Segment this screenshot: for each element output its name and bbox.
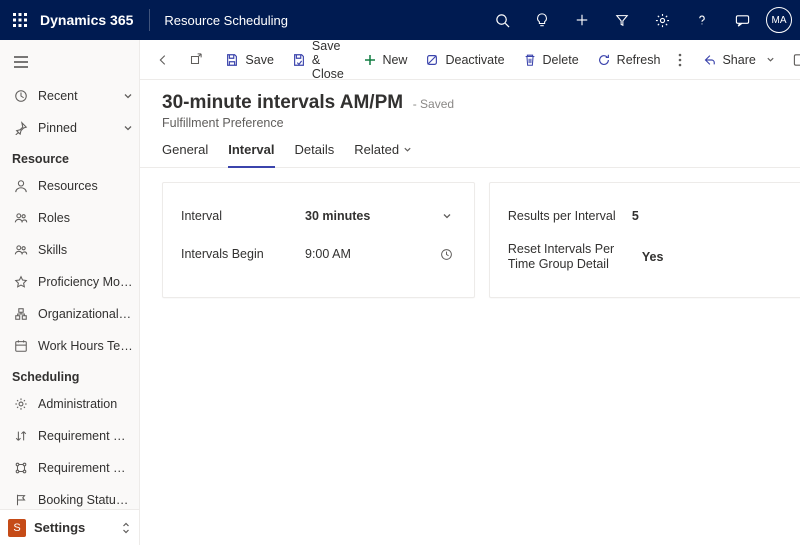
tab-interval[interactable]: Interval [228,142,274,167]
gear-icon [12,397,30,411]
tab-general[interactable]: General [162,142,208,167]
search-icon[interactable] [482,0,522,40]
person-icon [12,179,30,193]
people-icon [12,211,30,225]
lightbulb-icon[interactable] [522,0,562,40]
chat-icon[interactable] [722,0,762,40]
sort-icon [12,429,30,443]
clock-icon [12,89,30,103]
sidebar-group-resource: Resource [0,144,139,170]
overflow-button[interactable] [670,44,690,76]
filter-icon[interactable] [602,0,642,40]
org-icon [12,307,30,321]
field-reset-intervals[interactable]: Reset Intervals Per Time Group Detail Ye… [508,235,783,279]
chevron-down-icon [123,91,133,101]
field-interval[interactable]: Interval 30 minutes [181,197,456,235]
updown-icon [121,521,131,535]
card-results-settings: Results per Interval 5 Reset Intervals P… [489,182,800,298]
clock-icon [438,248,456,261]
sidebar: Recent Pinned Resource Resources Roles S… [0,40,140,545]
deactivate-button[interactable]: Deactivate [417,44,512,76]
page-header: 30-minute intervals AM/PM - Saved Fulfil… [140,80,800,130]
area-switcher[interactable]: S Settings [0,509,139,545]
save-status: - Saved [413,97,454,111]
field-results-per-interval[interactable]: Results per Interval 5 [508,197,783,235]
calendar-icon [12,339,30,353]
field-intervals-begin[interactable]: Intervals Begin 9:00 AM [181,235,456,273]
save-close-button[interactable]: Save & Close [284,44,355,76]
share-icon [702,53,716,67]
status-icon [12,461,30,475]
trash-icon [523,53,537,67]
sidebar-item-roles[interactable]: Roles [0,202,139,234]
brand-label[interactable]: Dynamics 365 [40,12,147,28]
add-icon[interactable] [562,0,602,40]
user-avatar[interactable]: MA [766,7,792,33]
area-badge: S [8,519,26,537]
back-button[interactable] [148,44,178,76]
pin-icon [12,121,30,135]
open-new-window-button[interactable] [180,44,210,76]
main-content: Save Save & Close New Deactivate Delete … [140,40,800,545]
sidebar-item-resources[interactable]: Resources [0,170,139,202]
save-close-icon [292,53,306,67]
sidebar-recent[interactable]: Recent [0,80,139,112]
gear-icon[interactable] [642,0,682,40]
more-vertical-icon [678,53,682,67]
card-interval-settings: Interval 30 minutes Intervals Begin 9:00… [162,182,475,298]
form-tabs: General Interval Details Related [140,130,800,168]
plus-icon [364,54,376,66]
command-bar: Save Save & Close New Deactivate Delete … [140,40,800,80]
global-nav: Dynamics 365 Resource Scheduling MA [0,0,800,40]
save-icon [225,53,239,67]
app-title[interactable]: Resource Scheduling [152,13,300,28]
chevron-down-icon [403,145,412,154]
sidebar-item-skills[interactable]: Skills [0,234,139,266]
sidebar-pinned[interactable]: Pinned [0,112,139,144]
sidebar-item-org-units[interactable]: Organizational Un… [0,298,139,330]
sidebar-item-administration[interactable]: Administration [0,388,139,420]
chevron-down-icon [123,123,133,133]
sidebar-item-req-priority[interactable]: Requirement Prior… [0,420,139,452]
page-title: 30-minute intervals AM/PM [162,92,403,114]
sidebar-item-work-hours[interactable]: Work Hours Temp… [0,330,139,362]
app-launcher-icon[interactable] [0,0,40,40]
assistant-button[interactable] [785,44,800,76]
hamburger-icon[interactable] [0,44,139,80]
tab-related[interactable]: Related [354,142,412,167]
people-icon [12,243,30,257]
entity-type: Fulfillment Preference [162,116,800,130]
new-button[interactable]: New [356,44,415,76]
chevron-down-icon [766,55,775,64]
tab-details[interactable]: Details [295,142,335,167]
refresh-icon [597,53,611,67]
save-button[interactable]: Save [217,44,282,76]
deactivate-icon [425,53,439,67]
nav-divider [149,9,150,31]
back-icon [156,53,170,67]
share-button[interactable]: Share [694,44,782,76]
avatar-initials: MA [772,15,787,26]
chevron-down-icon [438,211,456,221]
sidebar-item-booking-statuses[interactable]: Booking Statuses [0,484,139,509]
star-icon [12,275,30,289]
flag-icon [12,493,30,507]
sidebar-item-proficiency[interactable]: Proficiency Models [0,266,139,298]
panel-icon [793,53,800,67]
sidebar-group-scheduling: Scheduling [0,362,139,388]
delete-button[interactable]: Delete [515,44,587,76]
popout-icon [188,53,202,67]
sidebar-item-req-status[interactable]: Requirement Stat… [0,452,139,484]
refresh-button[interactable]: Refresh [589,44,669,76]
help-icon[interactable] [682,0,722,40]
